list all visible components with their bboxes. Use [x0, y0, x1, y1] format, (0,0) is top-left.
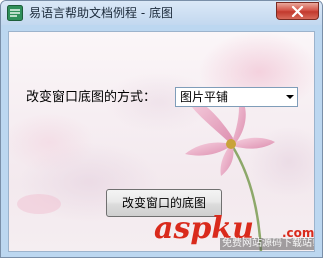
mode-label: 改变窗口底图的方式：	[26, 90, 157, 105]
title-bar[interactable]: 易语言帮助文档例程 - 底图	[1, 1, 322, 25]
watermark-subtitle: 免费网站源码下载站!	[220, 238, 314, 250]
form-client-area: 改变窗口底图的方式： 图片平铺 改变窗口的底图 aspku .com 免费网站源…	[8, 31, 315, 252]
select-value: 图片平铺	[180, 90, 229, 104]
background-mode-select[interactable]: 图片平铺	[175, 87, 298, 107]
app-logo-icon	[7, 5, 23, 21]
watermark: aspku .com 免费网站源码下载站!	[154, 212, 314, 250]
window-title: 易语言帮助文档例程 - 底图	[29, 6, 173, 20]
close-x-icon	[291, 6, 304, 17]
dropdown-arrow-icon[interactable]	[286, 95, 294, 99]
close-button[interactable]	[276, 2, 319, 20]
app-window: 易语言帮助文档例程 - 底图 改变窗口底图的方式： 图片平铺 改变窗口的底图 a…	[0, 0, 323, 258]
